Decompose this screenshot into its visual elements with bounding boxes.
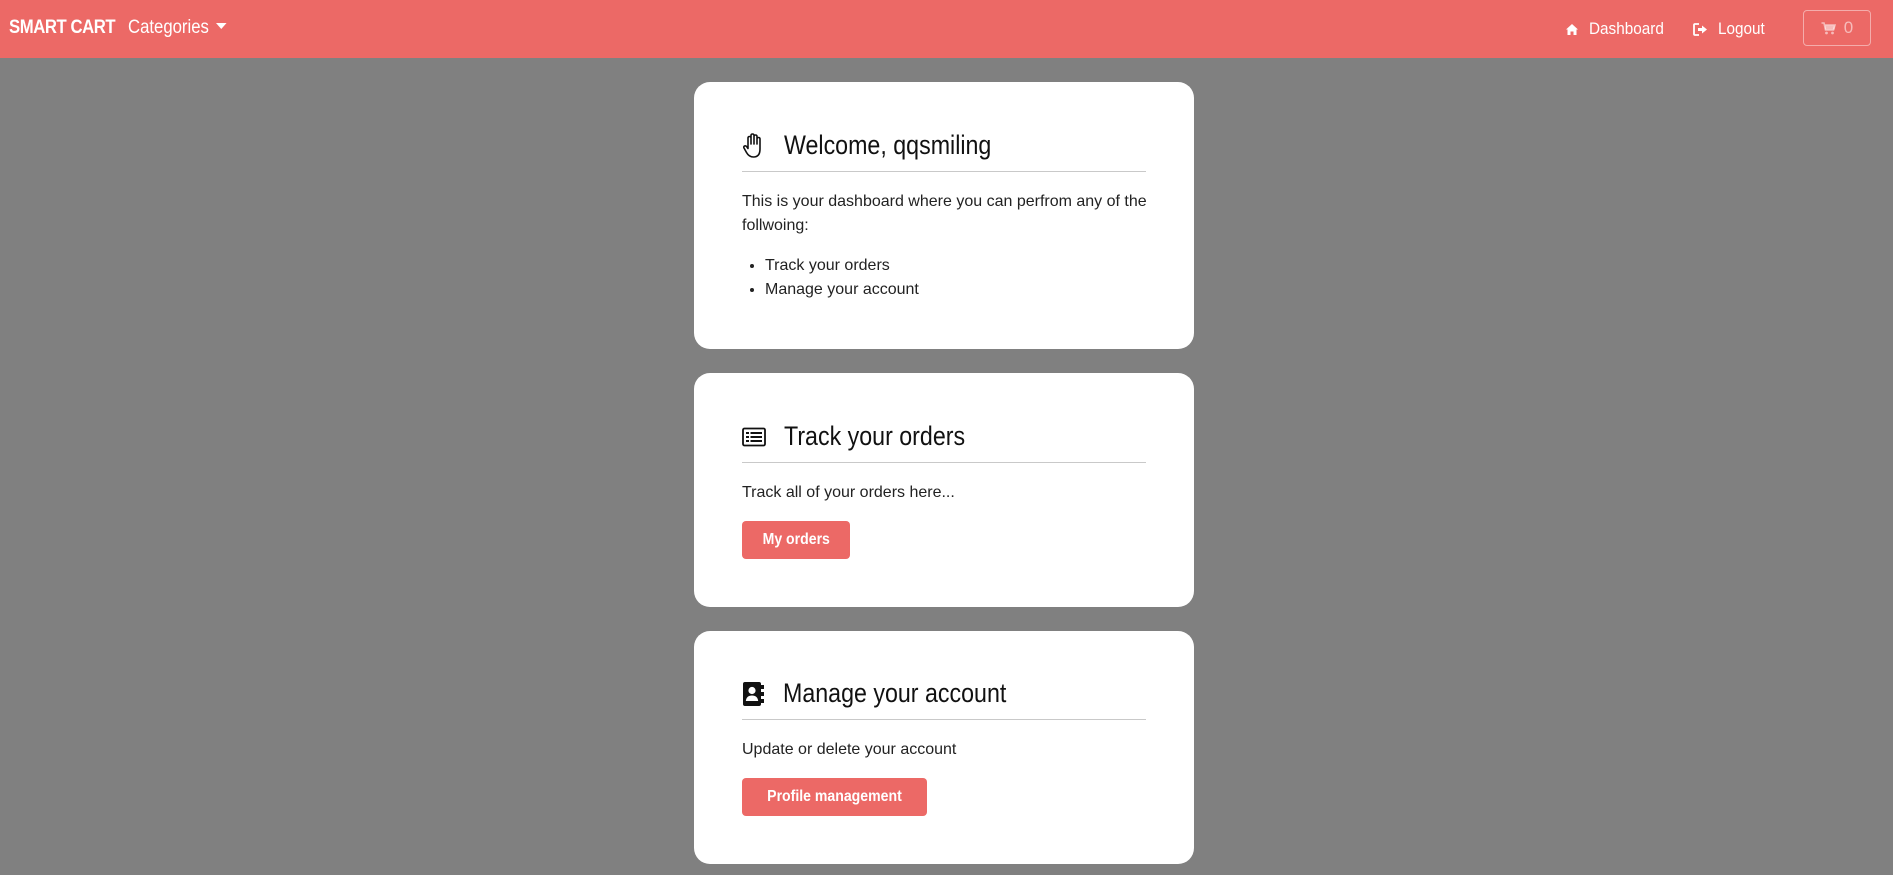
hand-paper-icon [742, 132, 766, 160]
welcome-title: Welcome, qqsmiling [784, 130, 992, 160]
categories-label: Categories [128, 17, 209, 38]
nav-dashboard-label: Dashboard [1589, 19, 1664, 38]
welcome-card-header: Welcome, qqsmiling [742, 130, 1146, 172]
caret-down-icon [215, 23, 227, 29]
orders-card-header: Track your orders [742, 421, 1146, 463]
nav-logout-label: Logout [1718, 19, 1765, 38]
my-orders-button[interactable]: My orders [742, 521, 851, 559]
top-navbar: SMART CART Categories Dashboard Logout 0 [0, 0, 1893, 58]
brand-logo[interactable]: SMART CART [9, 17, 116, 39]
account-card-header: Manage your account [742, 678, 1146, 720]
welcome-list: Track your orders Manage your account [742, 254, 919, 302]
orders-text: Track all of your orders here... [742, 484, 955, 501]
cart-button[interactable]: 0 [1803, 10, 1871, 46]
welcome-text: This is your dashboard where you can per… [742, 193, 1147, 234]
sign-out-icon [1693, 22, 1708, 36]
home-icon [1565, 23, 1579, 36]
list-item: Track your orders [765, 254, 919, 278]
account-card: Manage your account Update or delete you… [694, 631, 1194, 864]
list-item: Manage your account [765, 278, 919, 302]
nav-logout-link[interactable]: Logout [1693, 19, 1770, 39]
list-alt-icon [742, 427, 766, 447]
nav-dashboard-link[interactable]: Dashboard [1565, 19, 1672, 39]
welcome-card: Welcome, qqsmiling This is your dashboar… [694, 82, 1194, 349]
account-text: Update or delete your account [742, 741, 957, 758]
profile-management-button[interactable]: Profile management [742, 778, 927, 816]
orders-title: Track your orders [784, 421, 966, 451]
categories-dropdown[interactable]: Categories [128, 17, 227, 39]
shopping-cart-icon [1821, 21, 1836, 35]
orders-card: Track your orders Track all of your orde… [694, 373, 1194, 607]
my-orders-label: My orders [762, 531, 830, 548]
account-title: Manage your account [783, 678, 1007, 708]
profile-management-label: Profile management [767, 788, 902, 805]
address-book-icon [742, 681, 765, 707]
cart-count: 0 [1843, 18, 1854, 37]
